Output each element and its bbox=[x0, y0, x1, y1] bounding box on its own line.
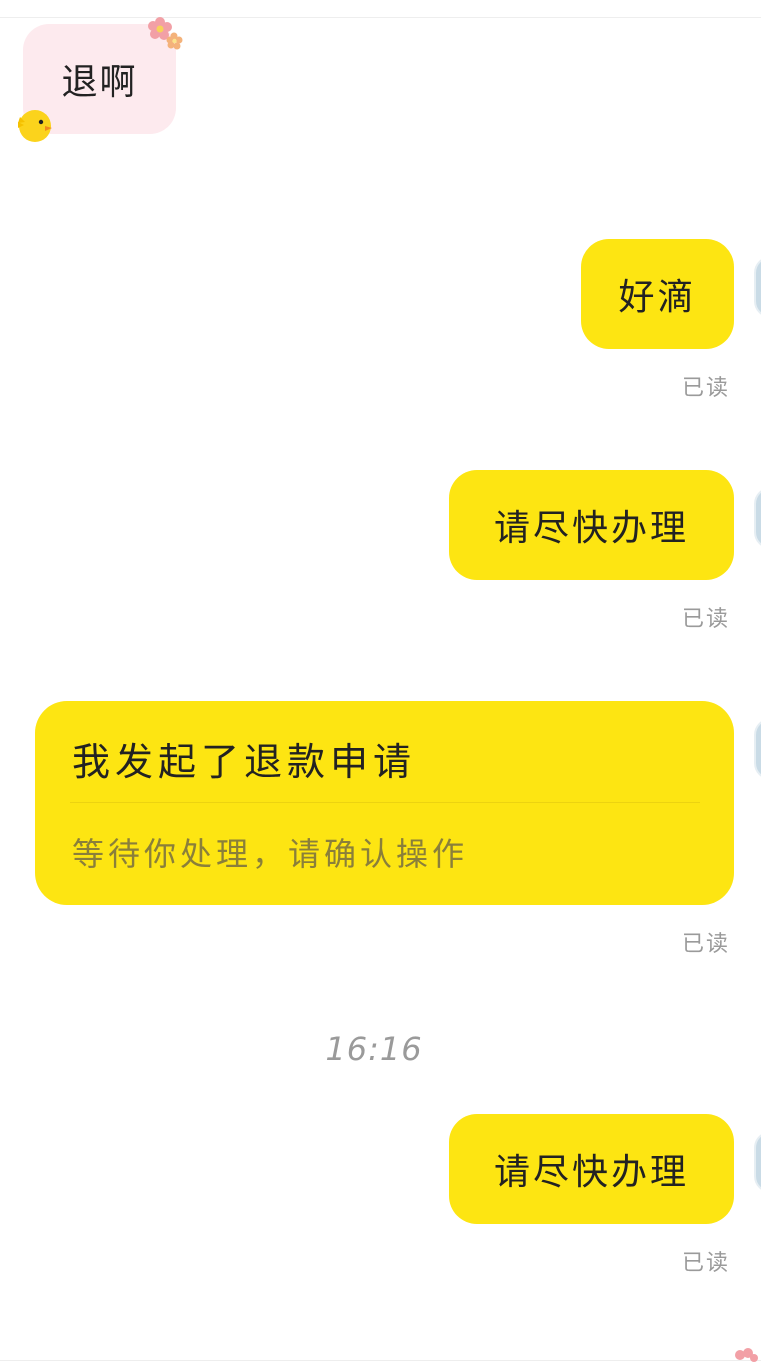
avatar[interactable] bbox=[754, 718, 761, 780]
refund-request-card[interactable]: 我发起了退款申请 等待你处理，请确认操作 bbox=[35, 701, 734, 905]
chat-canvas: 退啊 好滴 已读 请尽快办理 已读 我发起了退款申请 等待你处理，请确认操作 已… bbox=[0, 0, 761, 1363]
message-text: 请尽快办理 bbox=[493, 508, 689, 549]
bottom-divider bbox=[0, 1360, 761, 1361]
refund-card-title: 我发起了退款申请 bbox=[72, 740, 417, 784]
flower-icon bbox=[735, 1348, 758, 1362]
chat-timestamp: 16:16 bbox=[325, 1030, 423, 1068]
message-text: 退啊 bbox=[61, 62, 138, 103]
message-text: 好滴 bbox=[618, 277, 697, 318]
refund-card-subtitle: 等待你处理，请确认操作 bbox=[72, 835, 469, 873]
read-status: 已读 bbox=[682, 607, 731, 632]
refund-card-divider bbox=[70, 802, 700, 803]
read-status: 已读 bbox=[682, 376, 731, 401]
flower-icon bbox=[148, 17, 183, 50]
outgoing-message-bubble[interactable]: 请尽快办理 bbox=[449, 1114, 734, 1224]
outgoing-message-bubble[interactable]: 好滴 bbox=[581, 239, 734, 349]
avatar[interactable] bbox=[754, 256, 761, 318]
read-status: 已读 bbox=[682, 932, 731, 957]
outgoing-message-bubble[interactable]: 请尽快办理 bbox=[449, 470, 734, 580]
read-status: 已读 bbox=[682, 1251, 731, 1276]
avatar[interactable] bbox=[754, 487, 761, 549]
top-divider bbox=[0, 17, 761, 18]
avatar[interactable] bbox=[754, 1131, 761, 1193]
chick-icon bbox=[18, 110, 52, 142]
message-text: 请尽快办理 bbox=[493, 1152, 689, 1193]
